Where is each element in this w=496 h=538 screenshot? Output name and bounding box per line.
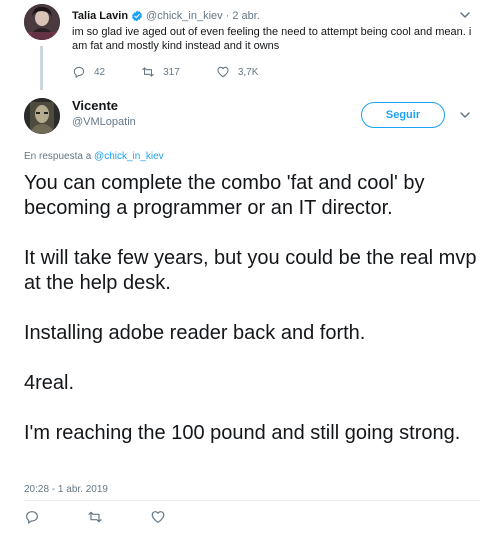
tweet-date[interactable]: 2 abr. xyxy=(232,10,260,22)
tweet-paragraph: It will take few years, but you could be… xyxy=(24,247,477,294)
avatar[interactable] xyxy=(24,4,60,40)
reply-count: 42 xyxy=(94,66,106,78)
tweet-paragraph: I'm reaching the 100 pound and still goi… xyxy=(24,422,461,444)
parent-tweet-actions: 42 317 3,7K xyxy=(72,64,294,80)
avatar-image xyxy=(24,4,60,40)
retweet-count: 317 xyxy=(163,66,180,78)
parent-tweet[interactable]: Talia Lavin @chick_in_kiev · 2 abr. im s… xyxy=(0,0,496,90)
parent-header: Talia Lavin @chick_in_kiev · 2 abr. xyxy=(72,8,260,24)
heart-icon[interactable] xyxy=(150,509,166,525)
tweet-timestamp[interactable]: 20:28 - 1 abr. 2019 xyxy=(24,484,108,495)
chevron-down-icon[interactable] xyxy=(458,108,472,122)
chevron-down-icon[interactable] xyxy=(458,8,472,22)
tweet-paragraph: 4real. xyxy=(24,372,75,394)
main-tweet-actions xyxy=(24,509,213,525)
author-handle[interactable]: @VMLopatin xyxy=(72,116,136,128)
heart-icon xyxy=(217,66,229,78)
verified-badge-icon xyxy=(132,10,142,22)
avatar[interactable] xyxy=(24,98,60,134)
retweet-icon[interactable] xyxy=(87,509,103,525)
divider xyxy=(24,500,480,501)
reply-context: En respuesta a @chick_in_kiev xyxy=(24,151,164,162)
thread-line xyxy=(40,46,43,90)
tweet-paragraph: Installing adobe reader back and forth. xyxy=(24,322,366,344)
avatar-image xyxy=(24,98,60,134)
like-count: 3,7K xyxy=(237,66,259,78)
parent-tweet-text: im so glad ive aged out of even feeling … xyxy=(72,26,472,52)
reply-icon[interactable] xyxy=(24,509,40,525)
tweet-body: You can complete the combo 'fat and cool… xyxy=(24,171,480,471)
author-handle[interactable]: @chick_in_kiev xyxy=(146,10,223,22)
retweet-button[interactable]: 317 xyxy=(141,65,180,79)
reply-button[interactable]: 42 xyxy=(72,65,105,79)
author-name[interactable]: Vicente xyxy=(72,98,118,113)
like-button[interactable]: 3,7K xyxy=(216,65,259,79)
author-name[interactable]: Talia Lavin xyxy=(72,10,128,22)
reply-prefix: En respuesta a xyxy=(24,151,92,162)
tweet-paragraph: You can complete the combo 'fat and cool… xyxy=(24,172,425,219)
reply-mention-link[interactable]: @chick_in_kiev xyxy=(94,151,164,162)
retweet-icon xyxy=(142,67,154,77)
separator-dot: · xyxy=(225,10,230,22)
follow-button[interactable]: Seguir xyxy=(361,102,445,128)
reply-icon xyxy=(73,66,85,78)
